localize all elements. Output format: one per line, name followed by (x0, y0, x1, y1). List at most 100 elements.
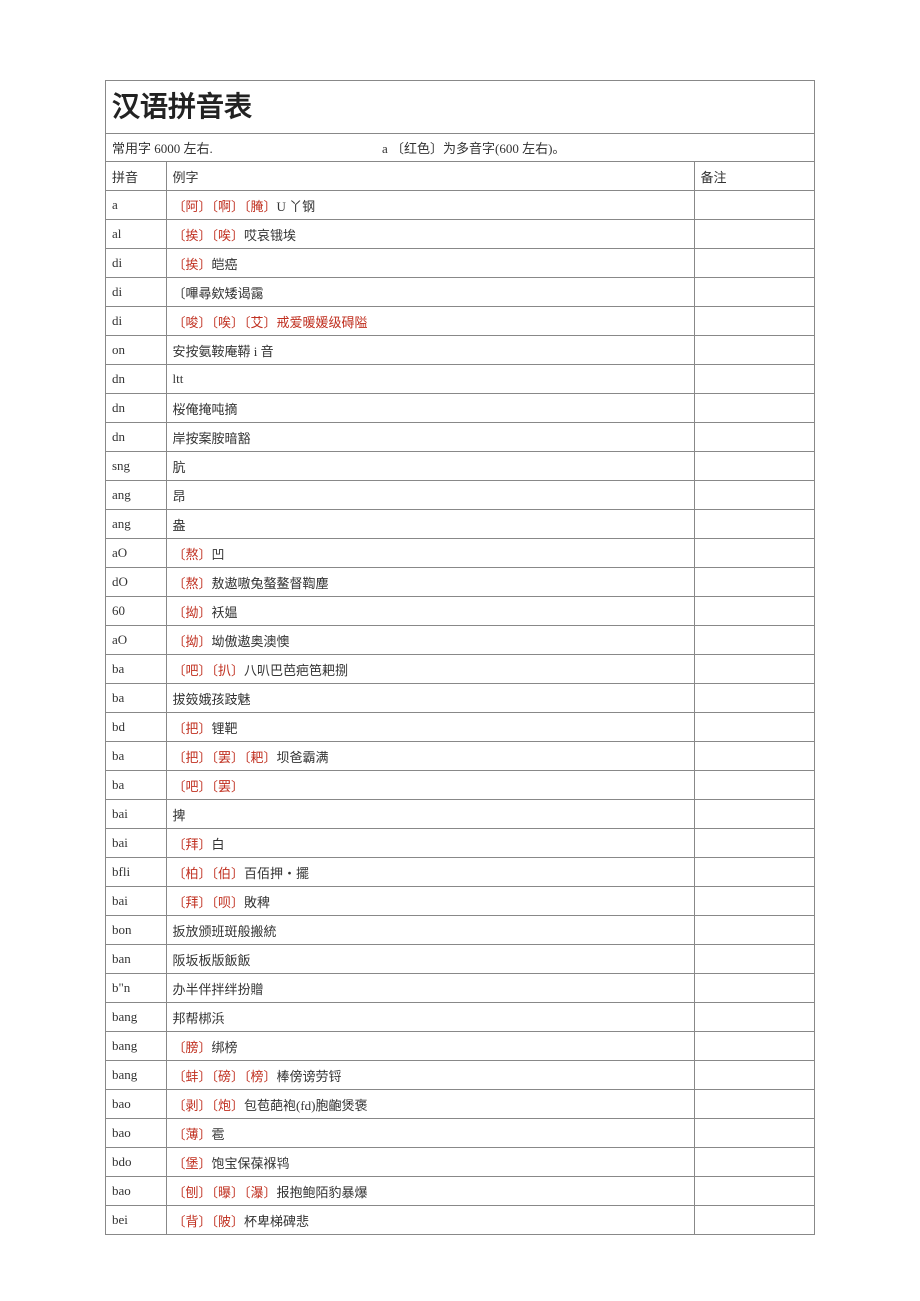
table-row: bang〔膀〕绑榜 (106, 1032, 814, 1061)
cell-note (694, 220, 814, 249)
table-row: sng肮 (106, 452, 814, 481)
example-segment: 八叭巴芭疤笆耙捌 (244, 663, 348, 678)
example-segment: 坝爸霸满 (277, 750, 329, 765)
cell-note (694, 742, 814, 771)
example-segment: 饱宝保葆褓鸨 (212, 1156, 290, 1171)
cell-note (694, 1148, 814, 1177)
pinyin-table: 拼音 例字 备注 a〔阿〕〔啊〕〔腌〕U 丫钢al〔挨〕〔唉〕哎哀锇埃di〔挨〕… (106, 162, 814, 1235)
example-segment: 阪坂板版飯飯 (173, 953, 251, 968)
cell-example: ltt (166, 365, 694, 394)
cell-pinyin: ba (106, 742, 166, 771)
table-row: ang盎 (106, 510, 814, 539)
example-segment: ltt (173, 371, 184, 386)
table-row: bang〔蚌〕〔磅〕〔榜〕棒傍谤劳锊 (106, 1061, 814, 1090)
cell-example: 安按氨鞍庵鞯 i 音 (166, 336, 694, 365)
cell-note (694, 597, 814, 626)
cell-example: 邦帮梆浜 (166, 1003, 694, 1032)
header-note: 备注 (694, 162, 814, 191)
polyphone-segment: 〔拜〕〔呗〕 (173, 895, 245, 910)
cell-pinyin: bon (106, 916, 166, 945)
table-row: di〔挨〕皑癌 (106, 249, 814, 278)
cell-note (694, 1090, 814, 1119)
example-segment: 包苞葩袍(fd)胞齙煲褒 (244, 1098, 368, 1113)
polyphone-segment: 〔把〕 (173, 721, 212, 736)
cell-example: 盎 (166, 510, 694, 539)
cell-pinyin: ang (106, 510, 166, 539)
example-segment: 凹 (212, 547, 225, 562)
cell-note (694, 539, 814, 568)
cell-example: 〔蚌〕〔磅〕〔榜〕棒傍谤劳锊 (166, 1061, 694, 1090)
polyphone-segment: 〔吧〕〔扒〕 (173, 663, 245, 678)
cell-pinyin: bai (106, 829, 166, 858)
table-frame: 汉语拼音表 常用字 6000 左右. a 〔红色〕为多音字(600 左右)。 拼… (105, 80, 815, 1235)
table-row: ba 〔把〕〔罢〕〔耙〕坝爸霸满 (106, 742, 814, 771)
title-row: 汉语拼音表 (106, 81, 814, 134)
polyphone-segment: 〔拗〕 (173, 605, 212, 620)
table-row: ba 拔笯娥孩跂魅 (106, 684, 814, 713)
cell-example: 昂 (166, 481, 694, 510)
cell-pinyin: bao (106, 1090, 166, 1119)
cell-note (694, 307, 814, 336)
cell-note (694, 249, 814, 278)
cell-pinyin: bai (106, 800, 166, 829)
polyphone-segment: 〔把〕〔罢〕〔耙〕 (173, 750, 277, 765)
info-left: 常用字 6000 左右. (112, 138, 372, 157)
table-row: ang昂 (106, 481, 814, 510)
cell-note (694, 1003, 814, 1032)
cell-pinyin: ba (106, 771, 166, 800)
cell-example: 〔拜〕白 (166, 829, 694, 858)
cell-pinyin: ba (106, 684, 166, 713)
cell-pinyin: bdo (106, 1148, 166, 1177)
table-row: aO〔熬〕凹 (106, 539, 814, 568)
table-row: ba 〔吧〕〔罢〕 (106, 771, 814, 800)
cell-note (694, 626, 814, 655)
cell-pinyin: 60 (106, 597, 166, 626)
cell-pinyin: bei (106, 1206, 166, 1235)
table-row: ba〔吧〕〔扒〕八叭巴芭疤笆耙捌 (106, 655, 814, 684)
cell-note (694, 423, 814, 452)
polyphone-segment: 〔剥〕〔炮〕 (173, 1098, 245, 1113)
cell-example: 〔剥〕〔炮〕包苞葩袍(fd)胞齙煲褒 (166, 1090, 694, 1119)
cell-pinyin: dn (106, 394, 166, 423)
example-segment: 桜俺掩吨摘 (173, 402, 238, 417)
cell-pinyin: bfli (106, 858, 166, 887)
cell-example: 岸按案胺暗豁 (166, 423, 694, 452)
table-row: bd 〔把〕锂靶 (106, 713, 814, 742)
example-segment: 袄媪 (212, 605, 238, 620)
cell-pinyin: bao (106, 1119, 166, 1148)
cell-example: 扳放颁班斑般搬統 (166, 916, 694, 945)
page-title: 汉语拼音表 (112, 85, 808, 125)
table-row: bao〔刨〕〔曝〕〔瀑〕报抱鲍陌豹暴爆 (106, 1177, 814, 1206)
polyphone-segment: 〔刨〕〔曝〕〔瀑〕 (173, 1185, 277, 1200)
cell-example: 〔膀〕绑榜 (166, 1032, 694, 1061)
cell-pinyin: sng (106, 452, 166, 481)
cell-pinyin: dO (106, 568, 166, 597)
cell-example: 〔薄〕雹 (166, 1119, 694, 1148)
info-row: 常用字 6000 左右. a 〔红色〕为多音字(600 左右)。 (106, 134, 814, 162)
cell-pinyin: bang (106, 1061, 166, 1090)
cell-pinyin: ban (106, 945, 166, 974)
table-row: dn 桜俺掩吨摘 (106, 394, 814, 423)
cell-pinyin: dn (106, 423, 166, 452)
polyphone-segment: 〔阿〕〔啊〕〔腌〕 (173, 199, 277, 214)
cell-note (694, 887, 814, 916)
header-pinyin: 拼音 (106, 162, 166, 191)
cell-note (694, 655, 814, 684)
example-segment: 锂靶 (212, 721, 238, 736)
table-row: dnltt (106, 365, 814, 394)
cell-pinyin: bd (106, 713, 166, 742)
cell-example: 办半伴拌绊扮贈 (166, 974, 694, 1003)
cell-pinyin: a (106, 191, 166, 220)
cell-pinyin: aO (106, 539, 166, 568)
polyphone-segment: 〔吧〕〔罢〕 (173, 779, 245, 794)
polyphone-segment: 〔背〕〔陂〕 (173, 1214, 245, 1229)
example-segment: 绑榜 (212, 1040, 238, 1055)
cell-example: 〔柏〕〔伯〕百佰押・擺 (166, 858, 694, 887)
cell-pinyin: dn (106, 365, 166, 394)
table-row: bai〔拜〕白 (106, 829, 814, 858)
cell-note (694, 394, 814, 423)
cell-pinyin: bai (106, 887, 166, 916)
example-segment: 拔笯娥孩跂魅 (173, 692, 251, 707)
table-row: bei〔背〕〔陂〕杯卑梯碑悲 (106, 1206, 814, 1235)
cell-note (694, 684, 814, 713)
